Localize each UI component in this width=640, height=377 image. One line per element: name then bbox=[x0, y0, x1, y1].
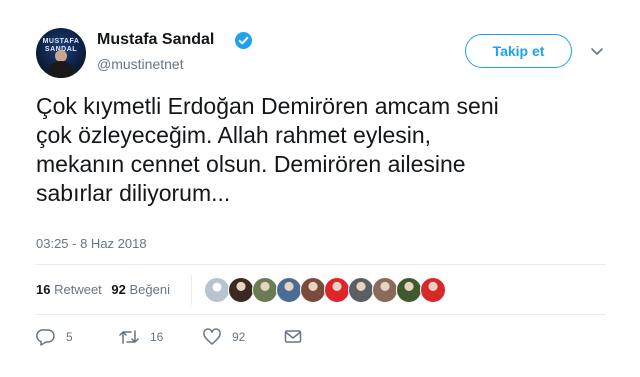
author-handle[interactable]: @mustinetnet bbox=[97, 56, 184, 72]
follow-button[interactable]: Takip et bbox=[465, 34, 572, 68]
author-avatar[interactable]: MUSTAFA SANDAL bbox=[36, 28, 86, 78]
envelope-icon bbox=[284, 329, 302, 345]
tweet-timestamp[interactable]: 03:25 - 8 Haz 2018 bbox=[36, 236, 147, 251]
chevron-down-icon[interactable] bbox=[590, 44, 604, 55]
avatar-body bbox=[48, 61, 74, 78]
reply-icon bbox=[36, 328, 56, 346]
like-button[interactable]: 92 bbox=[202, 325, 245, 349]
retweet-button[interactable]: 16 bbox=[118, 325, 163, 349]
retweet-count: 16 bbox=[36, 282, 51, 297]
tweet-line: çok özleyeceğim. Allah rahmet eylesin, bbox=[36, 122, 432, 148]
verified-badge-icon bbox=[235, 32, 252, 49]
reply-button[interactable]: 5 bbox=[36, 325, 73, 349]
liker-avatar[interactable] bbox=[300, 277, 326, 303]
liker-avatar[interactable] bbox=[276, 277, 302, 303]
divider bbox=[36, 264, 606, 265]
liker-avatar[interactable] bbox=[348, 277, 374, 303]
tweet-line: Çok kıymetli Erdoğan Demirören amcam sen… bbox=[36, 93, 499, 119]
like-count: 92 bbox=[111, 282, 126, 297]
divider bbox=[36, 314, 606, 315]
heart-icon bbox=[202, 328, 222, 346]
liker-avatar[interactable] bbox=[396, 277, 422, 303]
liker-avatar[interactable] bbox=[252, 277, 278, 303]
like-label: Beğeni bbox=[129, 282, 170, 297]
likes-stat[interactable]: 92 Beğeni bbox=[111, 282, 170, 297]
liker-avatar[interactable] bbox=[420, 277, 446, 303]
author-name[interactable]: Mustafa Sandal bbox=[97, 31, 214, 49]
direct-message-button[interactable] bbox=[284, 325, 302, 349]
retweet-action-count: 16 bbox=[150, 330, 164, 344]
retweet-icon bbox=[118, 328, 140, 346]
tweet-line: sabırlar diliyorum... bbox=[36, 180, 231, 206]
engagement-stats: 16 Retweet 92 Beğeni bbox=[36, 282, 170, 297]
tweet-line: mekanın cennet olsun. Demirören ailesine bbox=[36, 151, 466, 177]
reply-count: 5 bbox=[66, 330, 73, 344]
like-action-count: 92 bbox=[232, 330, 246, 344]
retweets-stat[interactable]: 16 Retweet bbox=[36, 282, 102, 297]
liker-avatar[interactable] bbox=[324, 277, 350, 303]
liker-avatar[interactable] bbox=[372, 277, 398, 303]
retweet-label: Retweet bbox=[54, 282, 102, 297]
stats-separator bbox=[191, 275, 192, 305]
liker-avatar[interactable] bbox=[228, 277, 254, 303]
default-avatar-icon[interactable] bbox=[204, 277, 230, 303]
tweet-text: Çok kıymetli Erdoğan Demirören amcam sen… bbox=[36, 92, 596, 208]
